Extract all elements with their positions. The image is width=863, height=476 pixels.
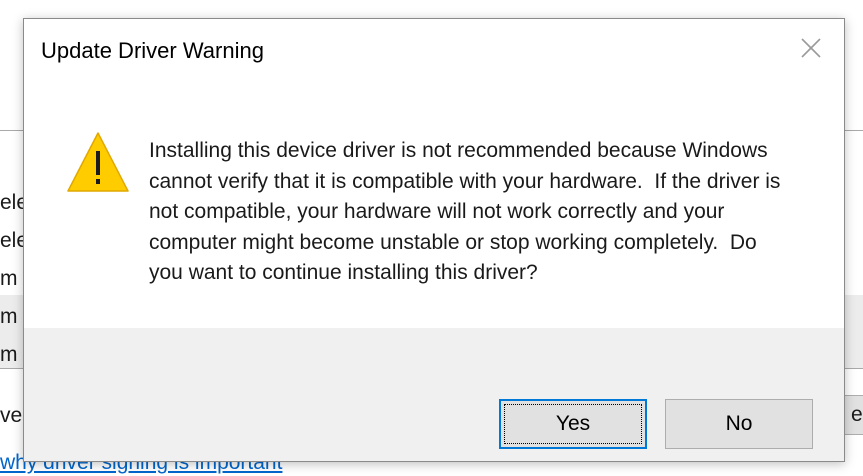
update-driver-warning-dialog: Update Driver Warning Installing this de… bbox=[23, 18, 845, 462]
message-line: Installing this device driver is not rec… bbox=[149, 139, 768, 162]
close-button[interactable] bbox=[796, 33, 826, 63]
list-item[interactable]: m bbox=[0, 343, 18, 367]
have-disk-button-label: e D bbox=[851, 403, 863, 426]
dialog-footer: Yes No bbox=[24, 328, 844, 461]
list-item[interactable]: m bbox=[0, 305, 18, 329]
list-item[interactable]: m bbox=[0, 267, 18, 291]
dialog-title: Update Driver Warning bbox=[41, 38, 264, 63]
no-button[interactable]: No bbox=[665, 399, 813, 449]
close-icon bbox=[801, 38, 821, 58]
warning-message: Installing this device driver is not rec… bbox=[149, 136, 799, 289]
message-line: you want to continue installing this dri… bbox=[149, 261, 538, 284]
message-line: not compatible, your hardware will not w… bbox=[149, 200, 725, 223]
warning-icon bbox=[66, 131, 130, 195]
have-disk-button[interactable]: e D bbox=[842, 395, 863, 435]
focus-ring bbox=[504, 404, 642, 444]
no-button-label: No bbox=[725, 412, 753, 435]
yes-button[interactable]: Yes bbox=[499, 399, 647, 449]
message-line: cannot verify that it is compatible with… bbox=[149, 169, 781, 193]
message-line: computer might become unstable or stop w… bbox=[149, 230, 757, 254]
